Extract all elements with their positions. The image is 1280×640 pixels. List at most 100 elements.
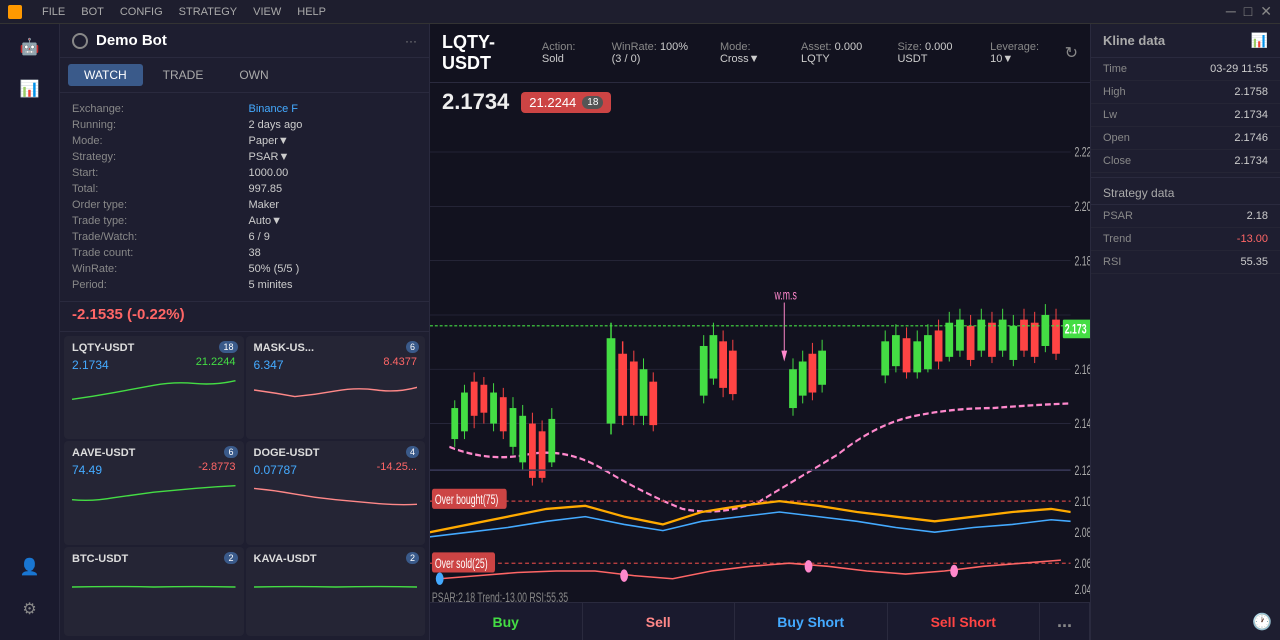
action-info: Action: Sold <box>542 41 588 65</box>
sell-short-button[interactable]: Sell Short <box>888 603 1041 640</box>
watch-pair: BTC-USDT <box>72 553 128 565</box>
watch-item[interactable]: MASK-US... 6 6.347 8.4377 <box>246 336 426 439</box>
lw-value: 2.1734 <box>1234 109 1268 121</box>
close-label: Close <box>1103 155 1131 167</box>
bot-info: Exchange: Binance F Running: 2 days ago … <box>60 93 429 302</box>
refresh-button[interactable]: ↻ <box>1065 43 1078 63</box>
strategy-label: Strategy: <box>72 151 241 163</box>
svg-text:2.173: 2.173 <box>1065 322 1087 338</box>
current-price-area: 2.1734 21.2244 18 <box>430 83 1090 121</box>
mini-chart <box>72 376 236 404</box>
bot-menu-button[interactable]: ··· <box>405 34 417 48</box>
svg-text:09:30: 09:30 <box>666 599 688 602</box>
sidebar-icon-bot[interactable]: 🤖 <box>15 32 45 62</box>
chart-view-icon[interactable]: 📊 <box>1251 32 1268 49</box>
watch-item[interactable]: LQTY-USDT 18 2.1734 21.2244 <box>64 336 244 439</box>
leverage-value: 10▼ <box>990 53 1013 65</box>
left-sidebar: 🤖 📊 👤 ⚙ <box>0 24 60 640</box>
current-price: 2.1734 <box>442 89 509 115</box>
watch-item[interactable]: KAVA-USDT 2 <box>246 547 426 636</box>
close-button[interactable]: ✕ <box>1260 3 1272 20</box>
more-button[interactable]: ... <box>1040 603 1090 640</box>
watch-badge: 2 <box>406 552 419 564</box>
price-badge-value: 21.2244 <box>529 95 576 110</box>
psar-value: 2.18 <box>1247 210 1268 222</box>
rsi-label: RSI <box>1103 256 1121 268</box>
exchange-value: Binance F <box>249 103 418 115</box>
watch-price: 74.49 <box>72 463 102 477</box>
psar-row: PSAR 2.18 <box>1091 205 1280 228</box>
period-label: Period: <box>72 279 241 291</box>
svg-text:10:30: 10:30 <box>823 599 845 602</box>
mode-info: Mode: Cross▼ <box>720 41 777 65</box>
menu-bot[interactable]: BOT <box>81 6 104 18</box>
leverage-info: Leverage: 10▼ <box>990 41 1049 65</box>
watch-item[interactable]: BTC-USDT 2 <box>64 547 244 636</box>
psar-label: PSAR <box>1103 210 1133 222</box>
menu-view[interactable]: VIEW <box>253 6 281 18</box>
clock-icon[interactable]: 🕐 <box>1252 612 1272 632</box>
menu-file[interactable]: FILE <box>42 6 65 18</box>
watch-badge: 18 <box>219 341 237 353</box>
menu-strategy[interactable]: STRATEGY <box>179 6 237 18</box>
bot-status-icon <box>72 33 88 49</box>
total-label: Total: <box>72 183 241 195</box>
minimize-button[interactable]: ─ <box>1226 3 1236 20</box>
tab-trade[interactable]: TRADE <box>147 64 220 86</box>
right-panel: Kline data 📊 Time 03-29 11:55 High 2.175… <box>1090 24 1280 640</box>
start-value: 1000.00 <box>249 167 418 179</box>
kline-header: Kline data <box>1103 33 1165 48</box>
candlestick-chart: w.m.s <box>430 121 1090 602</box>
buy-button[interactable]: Buy <box>430 603 583 640</box>
svg-text:w.m.s: w.m.s <box>774 287 797 303</box>
mini-chart <box>254 481 418 509</box>
sidebar-icon-settings[interactable]: ⚙ <box>15 594 45 624</box>
app-icon <box>8 5 22 19</box>
watch-badge: 6 <box>224 446 237 458</box>
watch-badge: 6 <box>406 341 419 353</box>
watch-pair: LQTY-USDT <box>72 342 134 354</box>
watch-list: LQTY-USDT 18 2.1734 21.2244 MASK-US... 6… <box>60 332 429 640</box>
svg-text:Over bought(75): Over bought(75) <box>435 492 499 508</box>
trade-watch-label: Trade/Watch: <box>72 231 241 243</box>
high-value: 2.1758 <box>1234 86 1268 98</box>
action-value: Sold <box>542 53 564 65</box>
chart-area: LQTY-USDT Action: Sold WinRate: 100% (3 … <box>430 24 1090 640</box>
maximize-button[interactable]: □ <box>1244 3 1252 20</box>
period-value: 5 minites <box>249 279 418 291</box>
trade-type-label: Trade type: <box>72 215 241 227</box>
svg-text:11:30: 11:30 <box>976 599 998 602</box>
sidebar-icon-user[interactable]: 👤 <box>15 552 45 582</box>
winrate-value: 50% (5/5 ) <box>249 263 418 275</box>
watch-pair: AAVE-USDT <box>72 447 135 459</box>
chart-bottom: Buy Sell Buy Short Sell Short ... <box>430 602 1090 640</box>
exchange-label: Exchange: <box>72 103 241 115</box>
time-value: 03-29 11:55 <box>1210 63 1268 75</box>
watch-item[interactable]: AAVE-USDT 6 74.49 -2.8773 <box>64 441 244 544</box>
mini-chart <box>254 376 418 404</box>
watch-item[interactable]: DOGE-USDT 4 0.07787 -14.25... <box>246 441 426 544</box>
menu-help[interactable]: HELP <box>297 6 326 18</box>
tab-own[interactable]: OWN <box>223 64 284 86</box>
sidebar-bottom: 👤 ⚙ <box>15 552 45 632</box>
rsi-row: RSI 55.35 <box>1091 251 1280 274</box>
sidebar-icon-chart[interactable]: 📊 <box>15 74 45 104</box>
chart-pair: LQTY-USDT <box>442 32 526 74</box>
main-layout: 🤖 📊 👤 ⚙ Demo Bot ··· WATCH TRADE OWN Exc… <box>0 24 1280 640</box>
svg-text:2.080: 2.080 <box>1074 525 1090 541</box>
bot-header: Demo Bot ··· <box>60 24 429 58</box>
buy-short-button[interactable]: Buy Short <box>735 603 888 640</box>
mini-chart <box>72 481 236 509</box>
start-label: Start: <box>72 167 241 179</box>
open-value: 2.1746 <box>1234 132 1268 144</box>
menu-bar: FILE BOT CONFIG STRATEGY VIEW HELP ─ □ ✕ <box>0 0 1280 24</box>
tab-watch[interactable]: WATCH <box>68 64 143 86</box>
window-controls: ─ □ ✕ <box>1226 3 1272 20</box>
trade-count-label: Trade count: <box>72 247 241 259</box>
trade-type-value: Auto▼ <box>249 215 418 227</box>
mode-label: Mode: <box>72 135 241 147</box>
watch-change: -2.8773 <box>198 461 235 477</box>
menu-config[interactable]: CONFIG <box>120 6 163 18</box>
order-type-value: Maker <box>249 199 418 211</box>
sell-button[interactable]: Sell <box>583 603 736 640</box>
